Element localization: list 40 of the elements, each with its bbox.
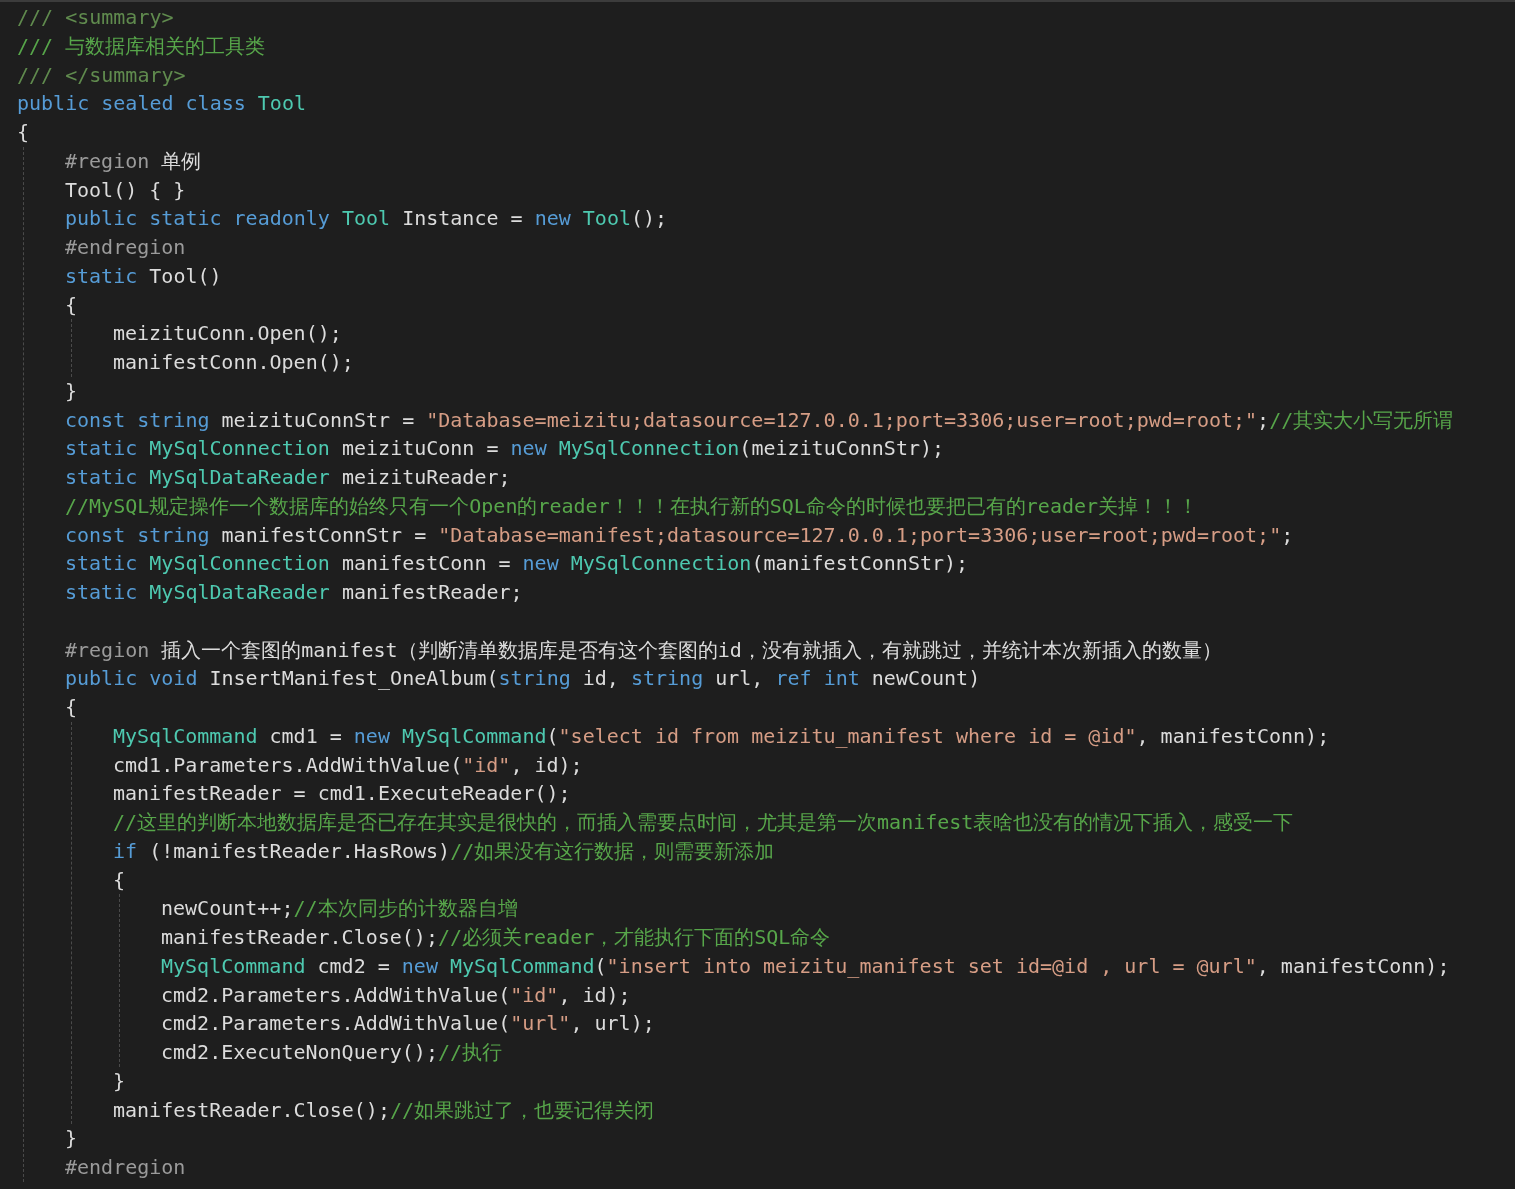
code-line: public sealed class Tool <box>17 90 306 118</box>
code-line: public static readonly Tool Instance = new Tool(); <box>65 205 668 233</box>
code-line: static MySqlDataReader meizituReader; <box>65 464 511 491</box>
code-line: //MySQL规定操作一个数据库的始终只有一个Open的reader！！！在执行新的SQL命令的时候也要把已有的reader关掉！！！ <box>65 492 1199 520</box>
code-line: static MySqlConnection meizituConn = new MySqlConnection(meizituConnStr); <box>65 435 945 463</box>
code-line: if (!manifestReader.HasRows)//如果没有这行数据，则需要新添加 <box>113 837 775 865</box>
code-line: /// 与数据库相关的工具类 <box>17 32 266 60</box>
code-line: } <box>65 1125 78 1153</box>
code-line: #endregion <box>65 1154 186 1181</box>
code-line: manifestConn.Open(); <box>113 349 354 376</box>
code-line: manifestReader.Close();//如果跳过了，也要记得关闭 <box>113 1096 655 1124</box>
code-line: cmd2.ExecuteNonQuery();//执行 <box>161 1039 503 1066</box>
code-line: } <box>65 377 78 405</box>
code-line: /// </summary> <box>17 61 186 89</box>
code-line: { <box>65 291 78 319</box>
code-line: Tool() { } <box>65 176 186 204</box>
code-line: #endregion <box>65 234 186 261</box>
code-line: static MySqlConnection manifestConn = new MySqlConnection(manifestConnStr); <box>65 550 969 578</box>
code-line: cmd1.Parameters.AddWithValue("id", id); <box>113 751 583 779</box>
code-line: #region 单例 <box>65 147 202 175</box>
code-line: /// <summary> <box>17 4 174 31</box>
code-line: { <box>17 119 30 146</box>
code-line: static MySqlDataReader manifestReader; <box>65 579 523 606</box>
code-line: meizituConn.Open(); <box>113 320 342 348</box>
code-line: const string meizituConnStr = "Database=meizitu;datasource=127.0.0.1;port=3306;user=root;pwd=root;";//其实大小写无所谓 <box>65 406 1454 434</box>
code-line: //这里的判断本地数据库是否已存在其实是很快的，而插入需要点时间，尤其是第一次manifest表啥也没有的情况下插入，感受一下 <box>113 809 1294 836</box>
code-line: #region 插入一个套图的manifest（判断清单数据库是否有这个套图的id，没有就插入，有就跳过，并统计本次新插入的数量） <box>65 636 1222 664</box>
code-line: MySqlCommand cmd2 = new MySqlCommand("insert into meizitu_manifest set id=@id , url = @url", manifestConn); <box>161 952 1450 980</box>
code-line: } <box>113 1067 126 1095</box>
code-line: cmd2.Parameters.AddWithValue("id", id); <box>161 981 631 1009</box>
code-line: manifestReader.Close();//必须关reader，才能执行下面的SQL命令 <box>161 924 831 951</box>
code-line: static Tool() <box>65 262 222 290</box>
code-line: MySqlCommand cmd1 = new MySqlCommand("select id from meizitu_manifest where id = @id", manifestConn); <box>113 722 1330 750</box>
code-line: { <box>113 866 126 894</box>
code-line: manifestReader = cmd1.ExecuteReader(); <box>113 780 571 808</box>
code-line: newCount++;//本次同步的计数器自增 <box>161 895 518 923</box>
code-line: cmd2.Parameters.AddWithValue("url", url); <box>161 1010 655 1038</box>
code-line: { <box>65 694 78 721</box>
code-line: public void InsertManifest_OneAlbum(string id, string url, ref int newCount) <box>65 665 981 693</box>
code-line: const string manifestConnStr = "Database=manifest;datasource=127.0.0.1;port=3306;user=root;pwd=root;"; <box>65 521 1294 549</box>
